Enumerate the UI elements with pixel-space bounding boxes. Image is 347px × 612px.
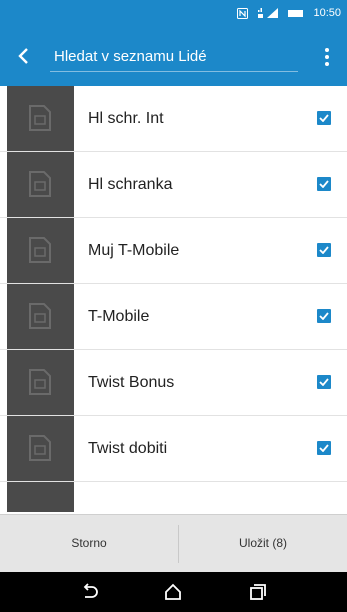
sim-card-icon <box>29 237 51 263</box>
sim-contact-thumbnail <box>7 152 74 217</box>
sim-card-icon <box>29 435 51 461</box>
search-input[interactable]: Hledat v seznamu Lidé <box>50 46 298 72</box>
checkbox[interactable] <box>317 177 331 191</box>
list-item-label: Twist Bonus <box>88 374 175 391</box>
back-nav-icon <box>79 583 99 606</box>
status-time: 10:50 <box>313 7 341 19</box>
sim-card-icon <box>29 171 51 197</box>
contacts-picker-screen: 10:50 Hledat v seznamu Lidé Hl schr. Int… <box>0 0 347 612</box>
checkmark-icon <box>319 180 329 188</box>
nfc-icon <box>237 7 249 19</box>
home-nav-icon <box>163 583 183 606</box>
search-app-bar: Hledat v seznamu Lidé <box>0 26 347 86</box>
checkbox[interactable] <box>317 375 331 389</box>
sim-card-icon <box>29 303 51 329</box>
overflow-menu-button[interactable] <box>319 46 335 68</box>
action-bar: Storno Uložit (8) <box>0 514 347 572</box>
list-item[interactable]: Hl schr. Int <box>0 86 347 152</box>
sim-contact-thumbnail <box>7 218 74 283</box>
sim-contact-thumbnail <box>7 86 74 151</box>
sim-card-icon <box>29 105 51 131</box>
sim-contact-thumbnail <box>7 284 74 349</box>
home-nav-button[interactable] <box>163 582 183 602</box>
sim-card-icon <box>29 369 51 395</box>
contact-list[interactable]: Hl schr. Int Hl schranka Muj T-Mobile T-… <box>0 86 347 514</box>
list-item[interactable]: Muj T-Mobile <box>0 218 347 284</box>
save-button[interactable]: Uložit (8) <box>179 515 347 572</box>
list-item-label: T-Mobile <box>88 308 150 325</box>
checkmark-icon <box>319 444 329 452</box>
sim-contact-thumbnail <box>7 350 74 415</box>
sim-contact-thumbnail <box>7 416 74 481</box>
overflow-menu-icon <box>319 48 335 72</box>
status-icons: 10:50 <box>237 5 341 21</box>
list-item-label: Hl schranka <box>88 176 173 193</box>
list-item[interactable]: T-Mobile <box>0 284 347 350</box>
list-item-label: Muj T-Mobile <box>88 242 180 259</box>
status-bar: 10:50 <box>0 0 347 26</box>
back-nav-button[interactable] <box>79 582 99 602</box>
checkbox[interactable] <box>317 243 331 257</box>
checkmark-icon <box>319 114 329 122</box>
back-arrow-icon <box>14 48 34 70</box>
list-item[interactable]: Twist Bonus <box>0 350 347 416</box>
cancel-button[interactable]: Storno <box>0 515 178 572</box>
checkmark-icon <box>319 312 329 320</box>
sim-contact-thumbnail <box>7 482 74 512</box>
list-item-label: Twist dobiti <box>88 440 168 457</box>
recents-nav-button[interactable] <box>248 582 268 602</box>
list-item[interactable]: Hl schranka <box>0 152 347 218</box>
list-item-partial[interactable] <box>0 482 347 512</box>
checkbox[interactable] <box>317 441 331 455</box>
recents-nav-icon <box>248 584 268 606</box>
checkbox[interactable] <box>317 309 331 323</box>
checkmark-icon <box>319 246 329 254</box>
list-item[interactable]: Twist dobiti <box>0 416 347 482</box>
battery-icon <box>288 9 304 18</box>
back-button[interactable] <box>14 46 34 66</box>
checkbox[interactable] <box>317 111 331 125</box>
list-item-label: Hl schr. Int <box>88 110 164 127</box>
checkmark-icon <box>319 378 329 386</box>
navigation-bar <box>0 572 347 612</box>
network-signal-icon <box>257 7 279 19</box>
